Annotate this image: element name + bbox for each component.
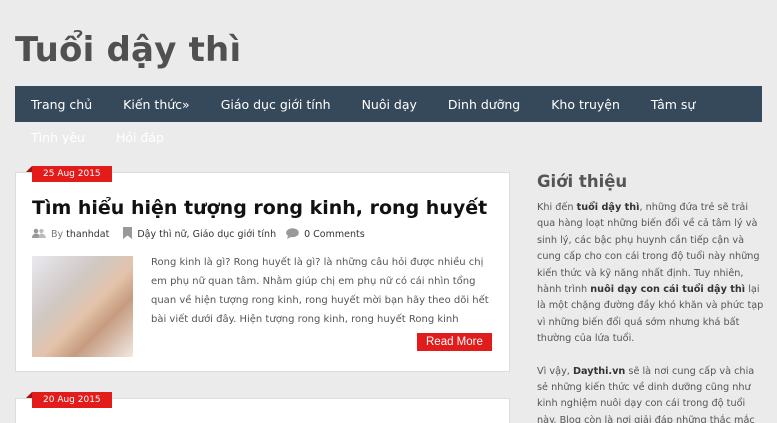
text-span: , những đứa trẻ sẽ trải qua hàng loạt nh… xyxy=(537,202,760,296)
post-by-label: By xyxy=(51,229,64,240)
nav-item-dinh-duong[interactable]: Dinh dưỡng xyxy=(432,97,520,112)
read-more-button[interactable]: Read More xyxy=(417,333,492,351)
nav-item-kho-truyen[interactable]: Kho truyện xyxy=(535,97,620,112)
text-span: Khi đến xyxy=(537,202,577,213)
post-excerpt: Rong kinh là gì? Rong huyết là gì? là nh… xyxy=(151,257,489,325)
post-card: 20 Aug 2015 xyxy=(15,392,510,423)
post-comments-link[interactable]: 0 Comments xyxy=(304,229,365,240)
post-title-link[interactable]: Tìm hiểu hiện tượng rong kinh, rong huyế… xyxy=(32,197,487,219)
sidebar-paragraph-2: Vì vậy, Daythi.vn sẽ là nơi cung cấp và … xyxy=(537,364,765,423)
comment-icon xyxy=(286,227,299,242)
nav-item-tinh-yeu[interactable]: Tình yêu xyxy=(15,130,85,145)
nav-item-nuoi-day[interactable]: Nuôi dạy xyxy=(346,97,417,112)
bold-keyword: tuổi dậy thì xyxy=(576,202,640,213)
sidebar-paragraph-1: Khi đến tuổi dậy thì, những đứa trẻ sẽ t… xyxy=(537,200,765,348)
site-title[interactable]: Tuổi dậy thì xyxy=(15,30,241,70)
nav-item-kien-thuc[interactable]: Kiến thức» xyxy=(107,97,190,112)
post-date-badge: 20 Aug 2015 xyxy=(26,392,112,408)
bookmark-icon xyxy=(123,227,133,242)
site-name-bold: Daythi.vn xyxy=(572,365,626,377)
nav-item-trang-chu[interactable]: Trang chủ xyxy=(15,97,92,112)
post-meta: By thanhdat Dậy thì nữ, Giáo dục giới tí… xyxy=(32,227,365,242)
user-icon xyxy=(32,228,46,241)
nav-item-giao-duc-gioi-tinh[interactable]: Giáo dục giới tính xyxy=(205,97,331,112)
nav-item-tam-su[interactable]: Tâm sự xyxy=(635,97,695,112)
sidebar-title: Giới thiệu xyxy=(537,172,628,191)
main-nav: Trang chủ Kiến thức» Giáo dục giới tính … xyxy=(15,86,762,122)
post-categories[interactable]: Dậy thì nữ, Giáo dục giới tính xyxy=(137,229,276,240)
nav-item-hoi-dap[interactable]: Hỏi đáp xyxy=(100,130,164,145)
nav-row-2: Tình yêu Hỏi đáp xyxy=(15,130,179,145)
post-thumbnail[interactable] xyxy=(32,256,133,357)
bold-keyword: nuôi dạy con cái tuổi dậy thì xyxy=(590,284,746,296)
sidebar-intro: Giới thiệu Khi đến tuổi dậy thì, những đ… xyxy=(537,172,765,423)
post-card: 25 Aug 2015 Tìm hiểu hiện tượng rong kin… xyxy=(15,166,510,372)
post-date-badge: 25 Aug 2015 xyxy=(26,166,112,182)
post-author-link[interactable]: thanhdat xyxy=(66,229,109,240)
text-span: Vì vậy, xyxy=(537,365,573,377)
